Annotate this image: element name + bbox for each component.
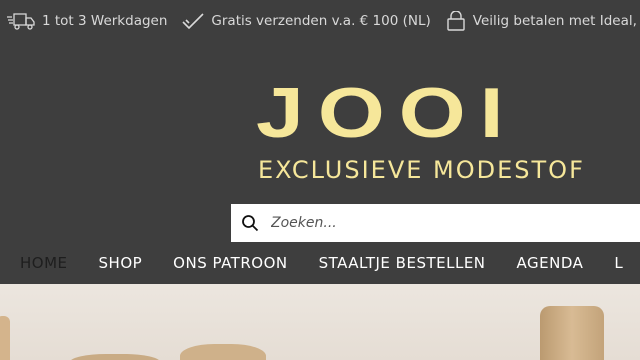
nav-item-staaltje-bestellen[interactable]: STAALTJE BESTELLEN — [319, 254, 486, 272]
spool-middle — [180, 344, 266, 360]
usp-payment: Veilig betalen met Ideal, Bancontact — [445, 11, 640, 31]
hero-banner — [0, 284, 640, 360]
usp-bar: 1 tot 3 Werkdagen Gratis verzenden v.a. … — [0, 0, 640, 42]
nav-item-ons-patroon[interactable]: ONS PATROON — [173, 254, 287, 272]
search-bar[interactable] — [231, 204, 640, 242]
main-nav: HOME SHOP ONS PATROON STAALTJE BESTELLEN… — [0, 242, 640, 284]
checkmark-icon — [182, 13, 204, 30]
site-logo[interactable]: JOOI EXCLUSIEVE MODESTOF — [256, 78, 640, 188]
nav-item-home[interactable]: HOME — [20, 254, 68, 272]
usp-delivery: 1 tot 3 Werkdagen — [6, 11, 167, 31]
nav-item-shop[interactable]: SHOP — [99, 254, 143, 272]
usp-shipping-label: Gratis verzenden v.a. € 100 (NL) — [211, 13, 431, 29]
search-input[interactable] — [269, 214, 613, 232]
usp-shipping: Gratis verzenden v.a. € 100 (NL) — [181, 11, 431, 31]
logo-tagline: EXCLUSIEVE MODESTOF — [258, 156, 585, 184]
nav-item-agenda[interactable]: AGENDA — [517, 254, 584, 272]
spool-right — [540, 306, 604, 360]
usp-delivery-label: 1 tot 3 Werkdagen — [42, 13, 168, 29]
lock-icon — [447, 11, 465, 31]
spool-middle-left — [70, 354, 160, 360]
logo-wordmark: JOOI — [256, 78, 518, 153]
spool-left — [0, 316, 10, 360]
truck-icon — [7, 13, 35, 30]
usp-payment-label: Veilig betalen met Ideal, Bancontact — [472, 13, 640, 29]
nav-item-overflow[interactable]: L — [614, 254, 623, 272]
search-icon[interactable] — [241, 214, 259, 232]
